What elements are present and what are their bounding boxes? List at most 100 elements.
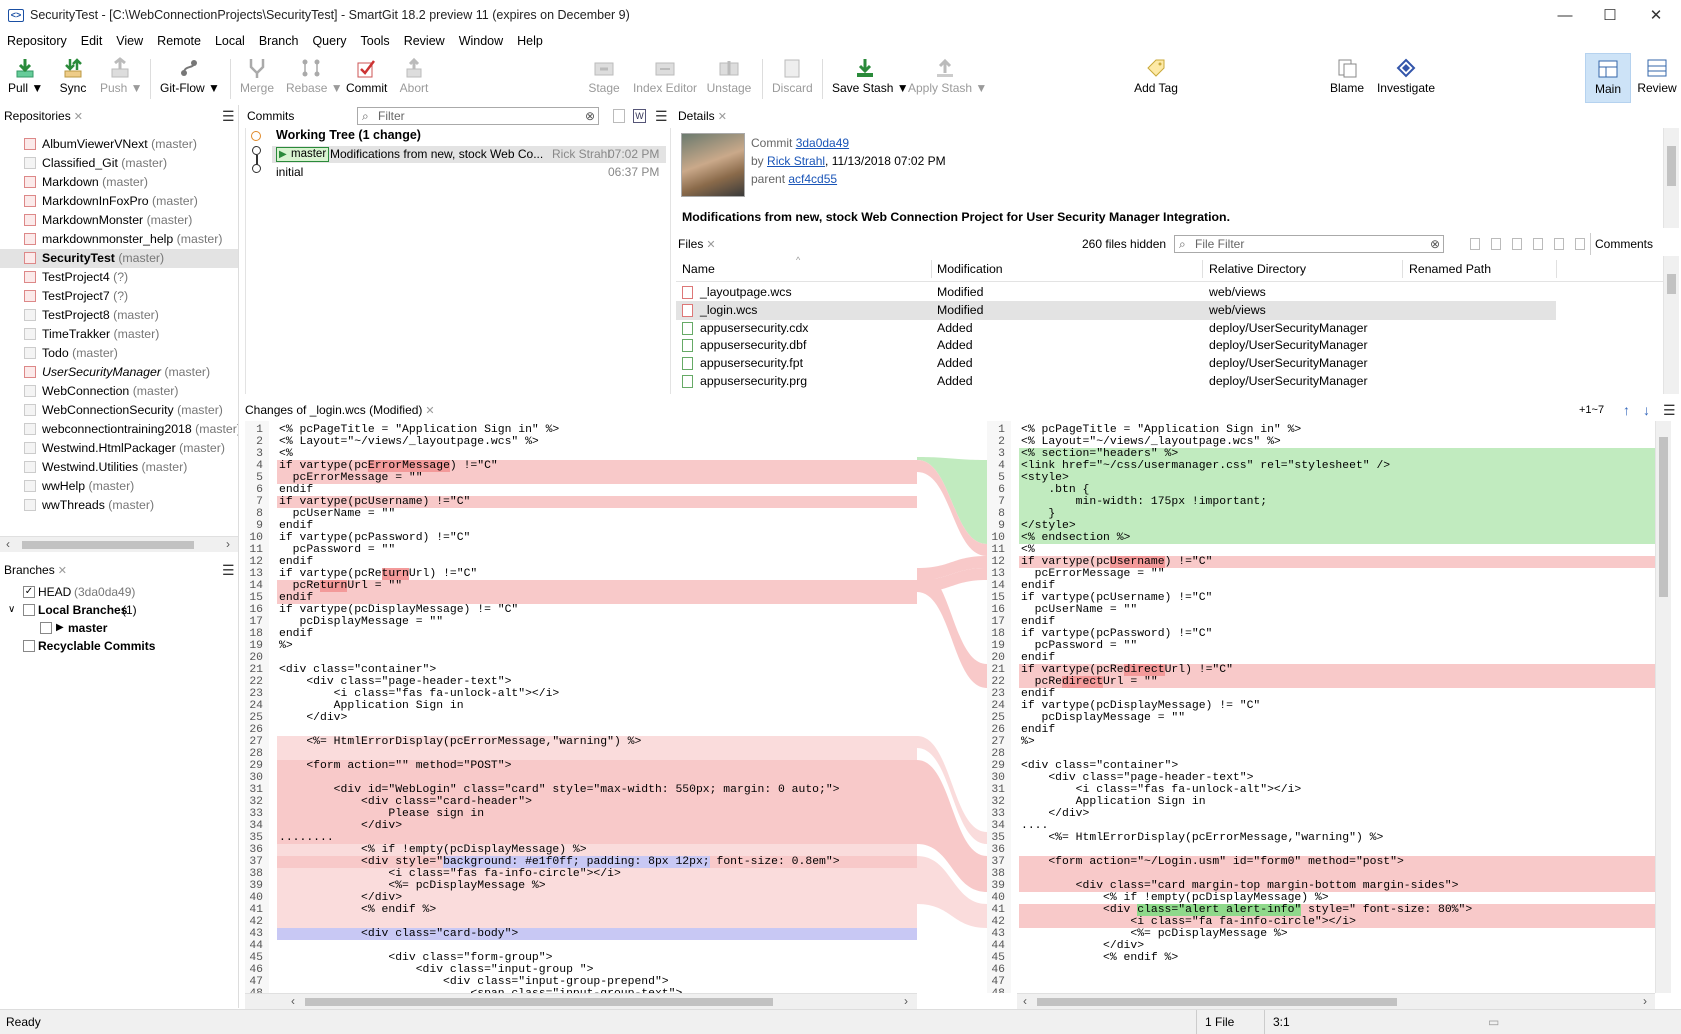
code-line[interactable]: ........ (279, 832, 334, 844)
scroll-left-icon[interactable]: ‹ (6, 537, 10, 551)
merge-button[interactable]: Merge (238, 53, 276, 103)
repository-item[interactable]: wwThreads (master) (0, 496, 238, 515)
stage-button[interactable]: Stage (586, 53, 622, 103)
code-line[interactable]: <div class="alert alert-info" style=" fo… (1021, 904, 1472, 916)
close-repositories-icon[interactable]: ✕ (74, 111, 83, 123)
code-line[interactable]: <% Layout="~/views/_layoutpage.wcs" %> (279, 436, 539, 448)
code-line[interactable]: endif (279, 628, 313, 640)
file-row[interactable]: appusersecurity.cdx Added deploy/UserSecur… (676, 319, 1556, 338)
notification-icon[interactable]: ▭ (1488, 1010, 1499, 1034)
code-line[interactable]: <%= HtmlErrorDisplay(pcErrorMessage,"war… (1021, 832, 1383, 844)
file-row[interactable]: appusersecurity.dbf Added deploy/UserSecur… (676, 336, 1556, 355)
code-line[interactable]: <% (279, 448, 293, 460)
code-line[interactable]: pcDisplayMessage = "" (1021, 712, 1186, 724)
menu-tools[interactable]: Tools (354, 32, 397, 50)
files-vscrollbar[interactable] (1663, 256, 1679, 394)
code-line[interactable]: <% if !empty(pcDisplayMessage) %> (1021, 892, 1329, 904)
code-line[interactable]: if vartype(pcPassword) !="C" (279, 532, 470, 544)
commits-menu-icon[interactable]: ☰ (655, 105, 668, 127)
push-button[interactable]: Push ▼ (100, 53, 143, 103)
code-line[interactable]: <div class="card-body"> (279, 928, 518, 940)
add-tag-button[interactable]: Add Tag (1133, 53, 1179, 103)
parent-hash-link[interactable]: acf4cd55 (788, 172, 837, 186)
code-line[interactable]: <link href="~/css/usermanager.css" rel="… (1021, 460, 1390, 472)
code-line[interactable]: <div class="card margin-top margin-botto… (1021, 880, 1459, 892)
close-button[interactable]: ✕ (1636, 4, 1676, 28)
discard-button[interactable]: Discard (772, 53, 813, 103)
recyclable-checkbox[interactable] (23, 640, 35, 652)
column-divider[interactable] (1202, 260, 1203, 278)
scroll-right-icon[interactable]: › (1643, 994, 1647, 1008)
column-modification[interactable]: Modification (937, 256, 1003, 282)
code-line[interactable]: %> (1021, 736, 1035, 748)
main-perspective-button[interactable]: Main (1585, 53, 1631, 103)
comments-tab[interactable]: Comments (1590, 233, 1653, 255)
code-line[interactable]: pcPassword = "" (1021, 640, 1138, 652)
repository-item[interactable]: Westwind.HtmlPackager (master) (0, 439, 238, 458)
maximize-button[interactable]: ☐ (1590, 4, 1630, 28)
code-line[interactable]: if vartype(pcDisplayMessage) != "C" (279, 604, 518, 616)
code-line[interactable]: if vartype(pcRedirectUrl) !="C" (1021, 664, 1233, 676)
diff-vscrollbar[interactable] (1655, 421, 1671, 993)
repository-item[interactable]: webconnectiontraining2018 (master) (0, 420, 238, 439)
file-view-option-icon[interactable] (1575, 238, 1585, 250)
code-line[interactable]: <div class="container"> (1021, 760, 1178, 772)
repository-item[interactable]: UserSecurityManager (master) (0, 363, 238, 382)
code-line[interactable]: endif (1021, 688, 1055, 700)
code-line[interactable]: pcUserName = "" (279, 508, 396, 520)
menu-local[interactable]: Local (208, 32, 252, 50)
repositories-hscrollbar[interactable]: ‹ › (0, 536, 238, 552)
code-line[interactable]: </div> (279, 712, 347, 724)
code-line[interactable]: pcErrorMessage = "" (279, 472, 423, 484)
menu-remote[interactable]: Remote (150, 32, 208, 50)
repository-item[interactable]: Westwind.Utilities (master) (0, 458, 238, 477)
code-line[interactable]: </div> (1021, 808, 1089, 820)
scroll-thumb[interactable] (1037, 998, 1397, 1006)
repository-item[interactable]: Todo (master) (0, 344, 238, 363)
code-line[interactable]: <style> (1021, 472, 1069, 484)
code-line[interactable]: </div> (279, 892, 402, 904)
code-line[interactable]: endif (279, 592, 313, 604)
code-line[interactable]: <% endsection %> (1021, 532, 1130, 544)
menu-edit[interactable]: Edit (74, 32, 110, 50)
repository-item[interactable]: TestProject4 (?) (0, 268, 238, 287)
code-line[interactable]: if vartype(pcReturnUrl) !="C" (279, 568, 477, 580)
index-editor-button[interactable]: Index Editor (632, 53, 698, 103)
code-line[interactable]: <% endif %> (279, 904, 436, 916)
code-line[interactable]: <i class="fas fa-info-circle"></i> (279, 868, 620, 880)
code-line[interactable]: if vartype(pcUsername) !="C" (1021, 592, 1212, 604)
column-name[interactable]: Name (682, 256, 715, 282)
code-line[interactable]: <div id="WebLogin" class="card" style="m… (279, 784, 840, 796)
save-stash-button[interactable]: Save Stash ▼ (832, 53, 909, 103)
rebase-button[interactable]: Rebase ▼ (286, 53, 343, 103)
code-line[interactable]: </div> (279, 820, 402, 832)
commits-filter-input[interactable]: ⌕ Filter ⊗ (357, 107, 599, 125)
close-diff-icon[interactable]: ✕ (425, 405, 434, 417)
scroll-thumb[interactable] (1667, 146, 1676, 186)
local-branches-checkbox[interactable] (23, 604, 35, 616)
diff-left-pane[interactable]: 1 <% pcPageTitle = "Application Sign in" … (245, 421, 917, 993)
scroll-thumb[interactable] (1667, 274, 1676, 294)
repositories-menu-icon[interactable]: ☰ (222, 105, 235, 127)
file-view-option-icon[interactable] (1470, 238, 1480, 250)
code-line[interactable]: if vartype(pcUsername) !="C" (279, 496, 470, 508)
column-divider[interactable] (931, 260, 932, 278)
diff-left-hscrollbar[interactable]: ‹ › (245, 993, 917, 1009)
head-row[interactable]: ✓ HEAD (3da0da49) (0, 583, 238, 601)
previous-change-icon[interactable]: ↑ (1623, 400, 1630, 420)
code-line[interactable]: .... (1021, 820, 1048, 832)
menu-repository[interactable]: Repository (0, 32, 74, 50)
details-vscrollbar[interactable] (1663, 128, 1679, 228)
code-line[interactable]: <div class="card-header"> (279, 796, 532, 808)
scroll-thumb[interactable] (22, 541, 194, 549)
scroll-left-icon[interactable]: ‹ (1023, 994, 1027, 1008)
code-line[interactable]: <%= HtmlErrorDisplay(pcErrorMessage,"war… (279, 736, 641, 748)
master-checkbox[interactable] (40, 622, 52, 634)
code-line[interactable]: <form action="~/Login.usm" id="form0" me… (1021, 856, 1403, 868)
code-line[interactable]: <% Layout="~/views/_layoutpage.wcs" %> (1021, 436, 1281, 448)
apply-stash-button[interactable]: Apply Stash ▼ (908, 53, 987, 103)
menu-branch[interactable]: Branch (252, 32, 306, 50)
code-line[interactable]: <% if !empty(pcDisplayMessage) %> (279, 844, 587, 856)
commit-message[interactable]: initial (276, 165, 303, 179)
repository-item[interactable]: AlbumViewerVNext (master) (0, 135, 238, 154)
